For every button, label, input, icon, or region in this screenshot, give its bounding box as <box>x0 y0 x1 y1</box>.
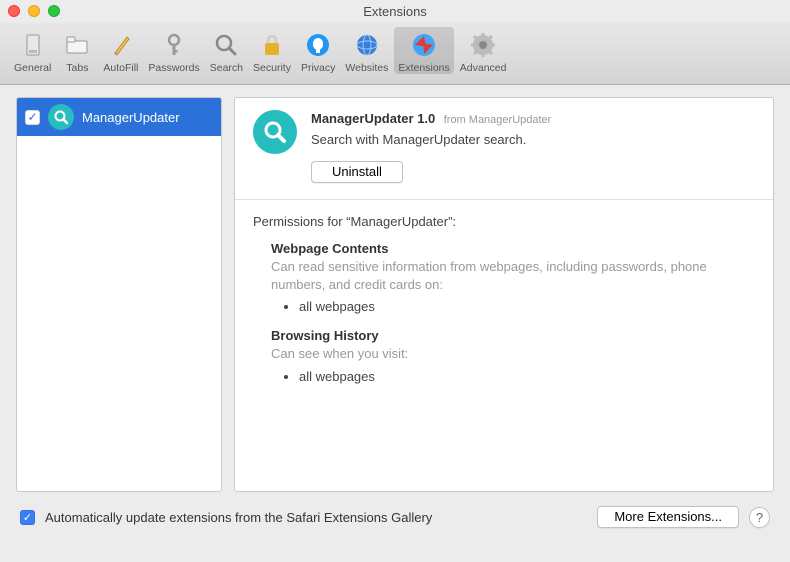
minimize-button[interactable] <box>28 5 40 17</box>
security-icon <box>256 29 288 61</box>
footer: ✓ Automatically update extensions from t… <box>16 492 774 542</box>
window-controls <box>8 5 60 17</box>
auto-update-label: Automatically update extensions from the… <box>45 510 587 525</box>
extension-name: ManagerUpdater <box>82 110 180 125</box>
extensions-list: ✓ ManagerUpdater <box>16 97 222 492</box>
extensions-icon <box>408 29 440 61</box>
tab-websites[interactable]: Websites <box>341 27 392 74</box>
tab-general[interactable]: General <box>10 27 55 74</box>
tab-extensions[interactable]: Extensions <box>394 27 453 74</box>
preferences-toolbar: General Tabs AutoFill Passwords Search S… <box>0 22 790 85</box>
permission-item: all webpages <box>299 369 755 384</box>
permission-list: all webpages <box>299 299 755 314</box>
divider <box>235 199 773 200</box>
extension-detail-pane: ManagerUpdater 1.0 from ManagerUpdater S… <box>234 97 774 492</box>
permission-item: all webpages <box>299 299 755 314</box>
tab-tabs[interactable]: Tabs <box>57 27 97 74</box>
close-button[interactable] <box>8 5 20 17</box>
permission-section-title: Browsing History <box>271 328 755 343</box>
window-title: Extensions <box>0 4 790 19</box>
tabs-icon <box>61 29 93 61</box>
extension-title: ManagerUpdater 1.0 <box>311 111 435 126</box>
advanced-icon <box>467 29 499 61</box>
titlebar: Extensions <box>0 0 790 22</box>
extension-description: Search with ManagerUpdater search. <box>311 132 755 147</box>
extension-author: from ManagerUpdater <box>444 114 552 126</box>
privacy-icon <box>302 29 334 61</box>
search-icon <box>210 29 242 61</box>
tab-security[interactable]: Security <box>249 27 295 74</box>
extension-enable-checkbox[interactable]: ✓ <box>25 110 40 125</box>
tab-passwords[interactable]: Passwords <box>144 27 203 74</box>
tab-privacy[interactable]: Privacy <box>297 27 339 74</box>
help-button[interactable]: ? <box>749 507 770 528</box>
tab-advanced[interactable]: Advanced <box>456 27 511 74</box>
permission-section-title: Webpage Contents <box>271 241 755 256</box>
permissions-heading: Permissions for “ManagerUpdater”: <box>253 214 755 229</box>
tab-autofill[interactable]: AutoFill <box>99 27 142 74</box>
extension-icon-large <box>253 110 297 154</box>
more-extensions-button[interactable]: More Extensions... <box>597 506 739 528</box>
permission-list: all webpages <box>299 369 755 384</box>
extension-icon <box>48 104 74 130</box>
autofill-icon <box>105 29 137 61</box>
websites-icon <box>351 29 383 61</box>
permission-section-desc: Can read sensitive information from webp… <box>271 258 755 293</box>
uninstall-button[interactable]: Uninstall <box>311 161 403 183</box>
tab-search[interactable]: Search <box>206 27 247 74</box>
general-icon <box>17 29 49 61</box>
maximize-button[interactable] <box>48 5 60 17</box>
extension-list-item[interactable]: ✓ ManagerUpdater <box>17 98 221 136</box>
passwords-icon <box>158 29 190 61</box>
auto-update-checkbox[interactable]: ✓ <box>20 510 35 525</box>
permission-section-desc: Can see when you visit: <box>271 345 755 363</box>
